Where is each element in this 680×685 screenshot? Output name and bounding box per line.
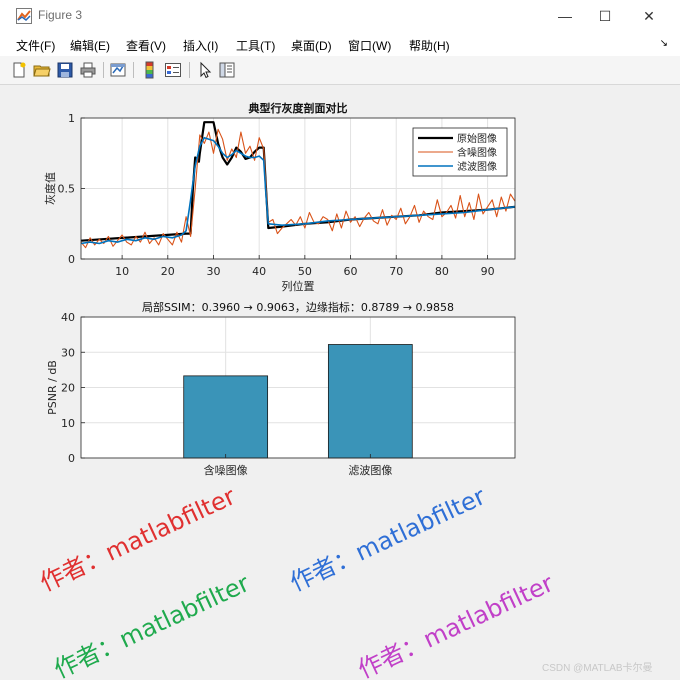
toolbar <box>0 56 680 85</box>
legend-label: 含噪图像 <box>457 146 497 159</box>
menu-tools[interactable]: 工具(T) <box>236 37 275 54</box>
x-tick-label: 30 <box>206 265 220 278</box>
menu-insert[interactable]: 插入(I) <box>183 37 218 54</box>
pointer-icon[interactable] <box>196 61 214 79</box>
toolbar-separator <box>189 62 190 78</box>
x-tick-label: 10 <box>115 265 129 278</box>
y-tick-label: 10 <box>61 417 75 430</box>
x-tick-label: 40 <box>252 265 266 278</box>
maximize-button[interactable]: ☐ <box>582 0 628 32</box>
y-tick-label: 0.5 <box>58 183 76 196</box>
figure-window: Figure 3 — ☐ ✕ 文件(F) 编辑(E) 查看(V) 插入(I) 工… <box>0 0 680 684</box>
chart-title: 局部SSIM：0.3960 → 0.9063，边缘指标：0.8789 → 0.9… <box>142 300 454 314</box>
figure-canvas: 10 20 30 40 50 60 70 80 90 0 0.5 1 典型行灰度剖面对比 列位置 灰度值 原始… <box>8 85 670 671</box>
menu-desktop[interactable]: 桌面(D) <box>291 37 332 54</box>
line-plot-axes[interactable]: 10 20 30 40 50 60 70 80 90 0 0.5 1 典型行灰度剖面对比列位置 灰度值 原始… <box>43 101 516 293</box>
y-axis-label: 灰度值 <box>43 172 57 205</box>
bar <box>327 344 413 459</box>
matlab-figure-icon <box>16 8 32 24</box>
y-tick-label: 0 <box>68 253 75 266</box>
x-tick-label: 滤波图像 <box>348 464 392 477</box>
x-axis-label: 列位置 <box>282 279 315 293</box>
legend: 原始图像含噪图像滤波图像 <box>412 127 508 177</box>
x-tick-label: 60 <box>344 265 358 278</box>
menu-window[interactable]: 窗口(W) <box>348 37 391 54</box>
x-tick-label: 80 <box>435 265 449 278</box>
link-icon[interactable] <box>109 61 127 79</box>
menu-help[interactable]: 帮助(H) <box>409 37 450 54</box>
legend-label: 滤波图像 <box>457 160 497 173</box>
y-tick-label: 20 <box>61 382 75 395</box>
x-tick-label: 20 <box>161 265 175 278</box>
credit-text: CSDN @MATLAB卡尔曼 <box>542 663 653 674</box>
colorbar-icon[interactable] <box>141 61 159 79</box>
bar <box>183 375 269 459</box>
print-icon[interactable] <box>79 61 97 79</box>
close-button[interactable]: ✕ <box>626 0 672 32</box>
open-file-icon[interactable] <box>33 61 51 79</box>
menu-overflow-arrow-icon[interactable]: ↘ <box>660 38 668 49</box>
y-tick-label: 1 <box>68 112 75 125</box>
new-figure-icon[interactable] <box>10 61 28 79</box>
toolbar-separator <box>133 62 134 78</box>
y-tick-label: 40 <box>61 311 75 324</box>
x-tick-label: 70 <box>389 265 403 278</box>
menu-edit[interactable]: 编辑(E) <box>70 37 110 54</box>
legend-label: 原始图像 <box>457 132 497 145</box>
y-tick-label: 0 <box>68 452 75 465</box>
bar-plot-axes[interactable]: 0 10 20 30 40 含噪图像 滤波图像 局部SSIM：0.3960 → 0.9063，… <box>46 300 516 477</box>
y-tick-label: 30 <box>61 346 75 359</box>
x-tick-label: 含噪图像 <box>204 463 248 477</box>
menu-file[interactable]: 文件(F) <box>16 37 55 54</box>
legend-icon[interactable] <box>164 61 182 79</box>
menu-bar: 文件(F) 编辑(E) 查看(V) 插入(I) 工具(T) 桌面(D) 窗口(W… <box>0 32 680 56</box>
toolbar-separator <box>103 62 104 78</box>
x-tick-label: 50 <box>298 265 312 278</box>
figure-plots: 10 20 30 40 50 60 70 80 90 0 0.5 1 典型行灰度剖面对比列位置 灰度值 原始… <box>43 101 516 477</box>
window-title: Figure 3 <box>38 8 83 22</box>
title-bar: Figure 3 — ☐ ✕ <box>0 0 680 32</box>
menu-view[interactable]: 查看(V) <box>126 37 166 54</box>
x-tick-label: 90 <box>481 265 495 278</box>
chart-title: 典型行灰度剖面对比 <box>249 101 348 115</box>
y-axis-label: PSNR / dB <box>46 360 59 415</box>
property-editor-icon[interactable] <box>218 61 236 79</box>
save-icon[interactable] <box>56 61 74 79</box>
